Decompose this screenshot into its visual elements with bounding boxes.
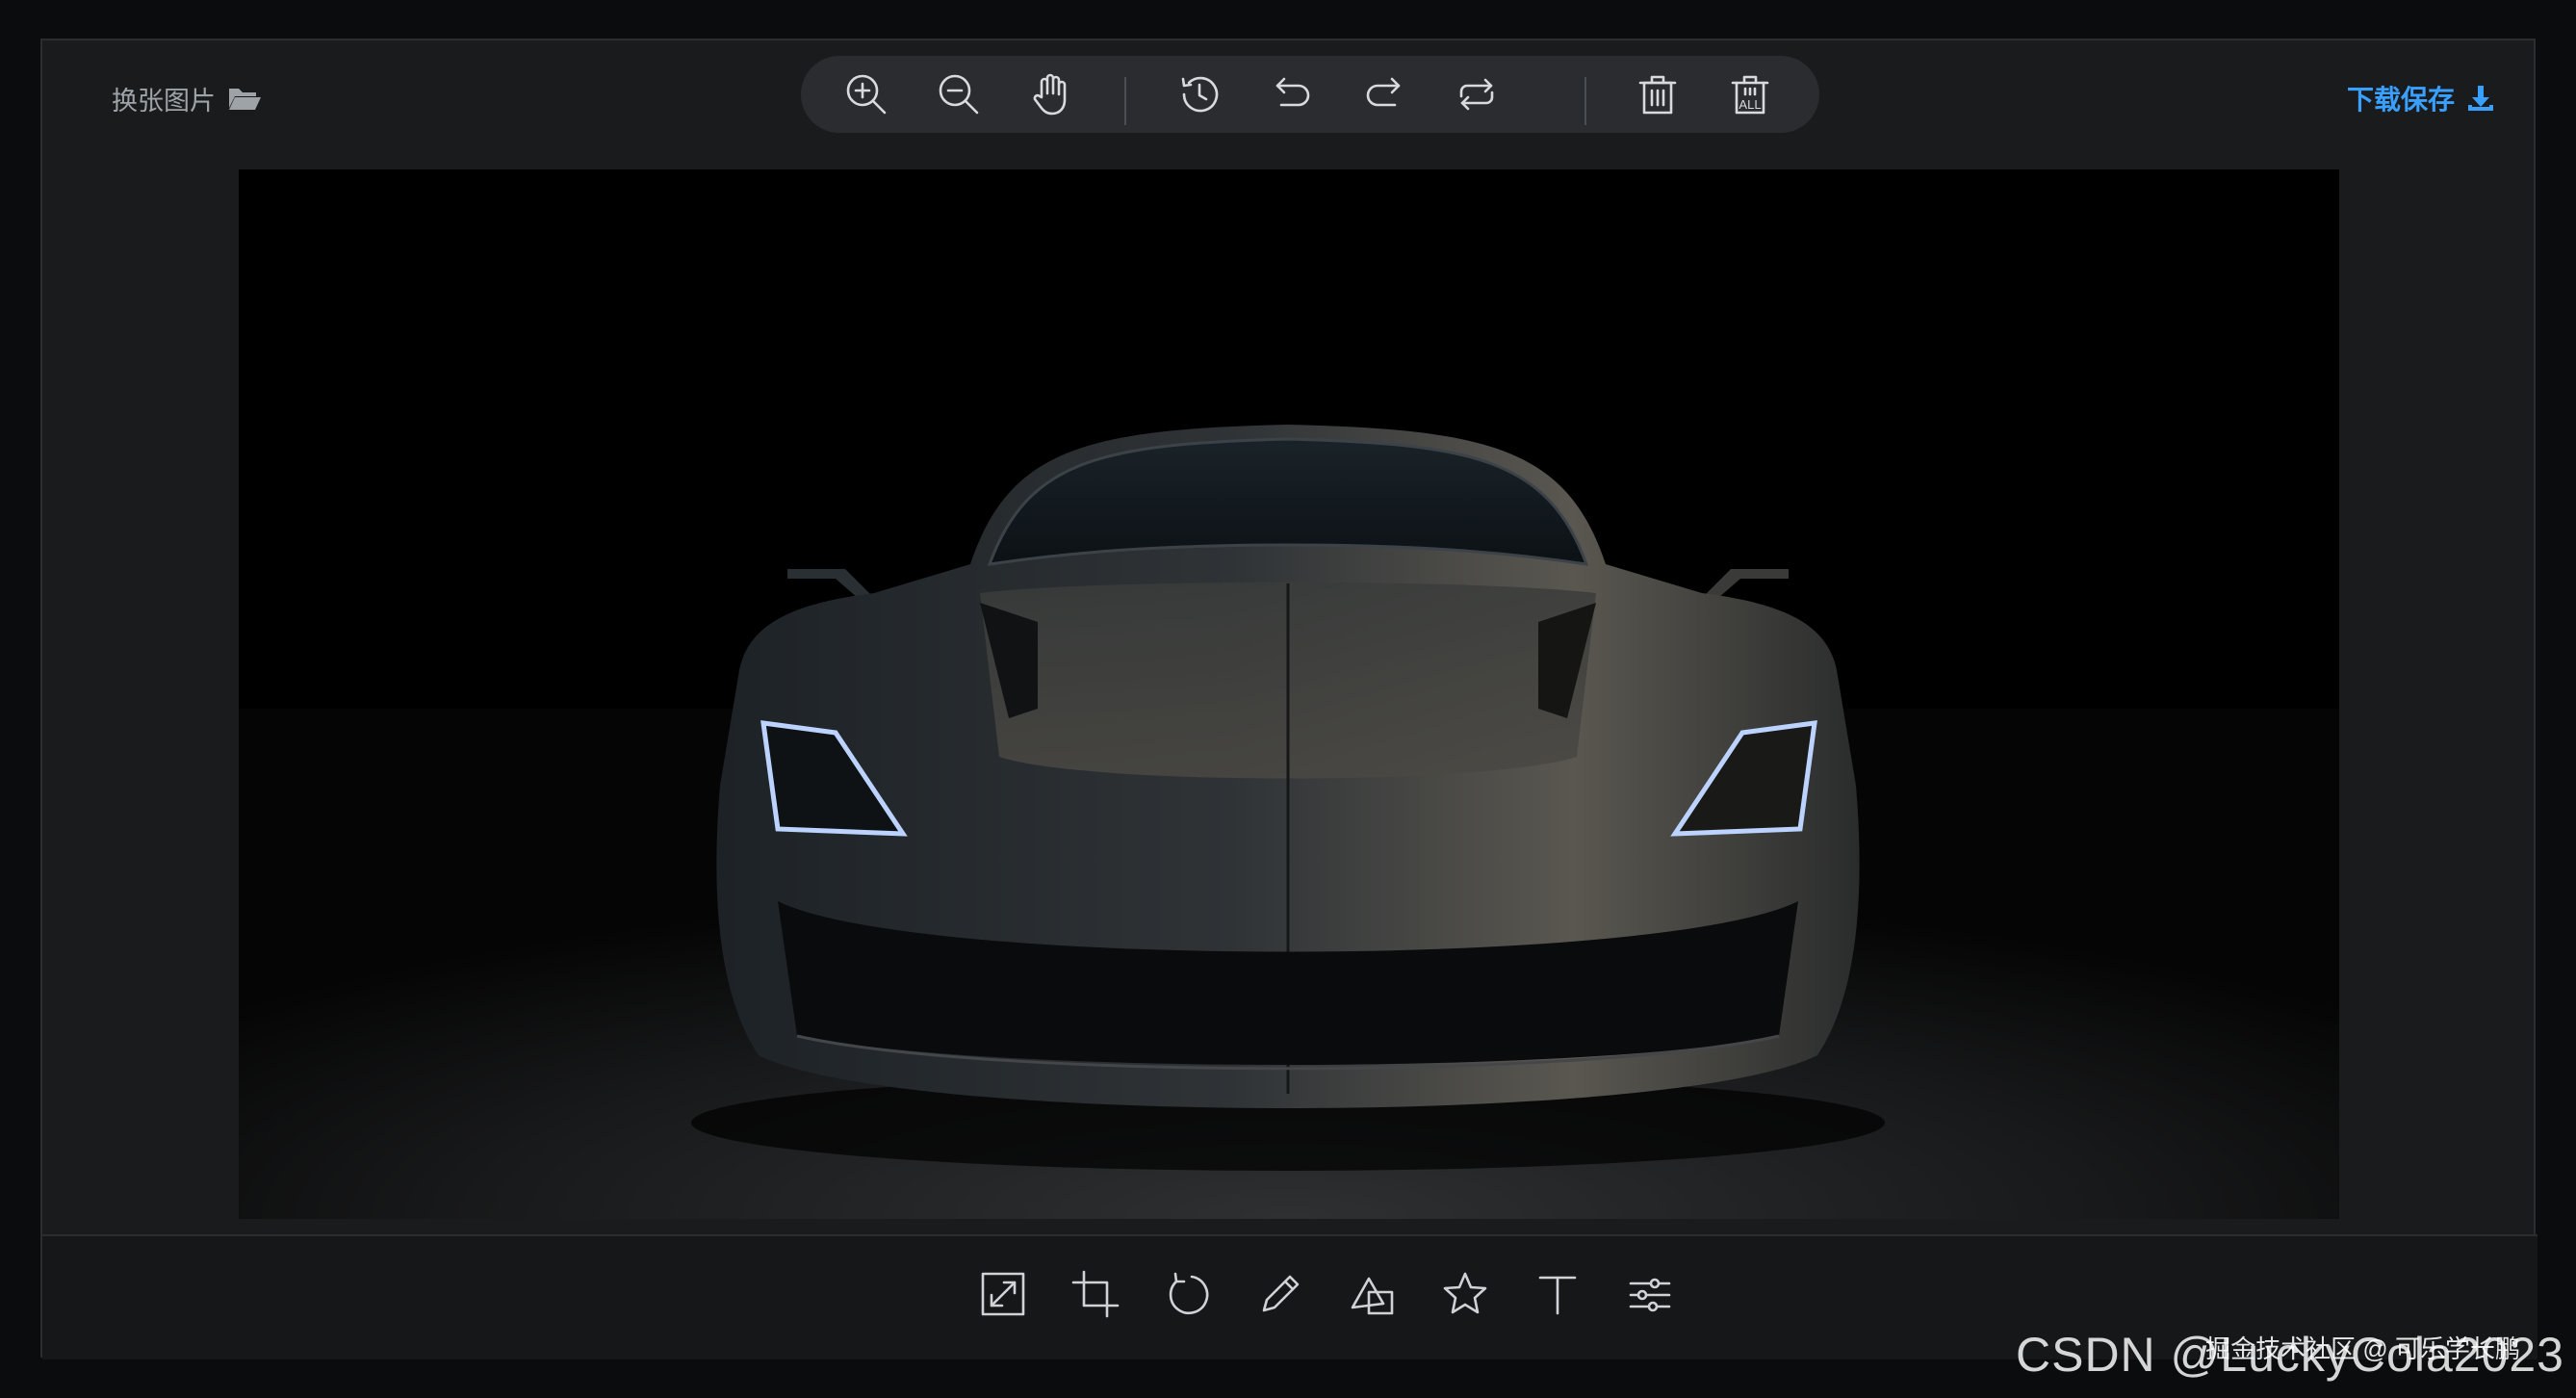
draw-icon: [1262, 1275, 1300, 1312]
rotate-icon: [1169, 1272, 1209, 1315]
reset-icon: [1459, 78, 1494, 111]
pan-button[interactable]: [1022, 65, 1080, 123]
download-save-button[interactable]: 下载保存: [2347, 69, 2495, 127]
top-bar: 换张图片 ALL 下载保存: [42, 40, 2537, 166]
resize-icon: [981, 1272, 1025, 1316]
zoom-in-button[interactable]: [837, 65, 895, 123]
history-button[interactable]: [1171, 65, 1228, 123]
folder-open-icon: [229, 89, 261, 110]
history-icon: [1181, 76, 1219, 113]
adjust-button[interactable]: [1621, 1265, 1679, 1323]
change-image-button[interactable]: 换张图片: [112, 69, 262, 127]
undo-button[interactable]: [1263, 65, 1321, 123]
edit-toolbar: ALL: [801, 56, 1819, 133]
car-photo: [239, 169, 2339, 1219]
resize-button[interactable]: [974, 1265, 1032, 1323]
text-button[interactable]: [1529, 1265, 1586, 1323]
download-icon: [2468, 86, 2493, 111]
shape-icon: [1351, 1277, 1394, 1315]
redo-button[interactable]: [1355, 65, 1413, 123]
change-image-label: 换张图片: [112, 86, 216, 116]
text-icon: [1538, 1276, 1577, 1315]
toolbar-separator: [1584, 77, 1586, 125]
rotate-button[interactable]: [1159, 1265, 1217, 1323]
delete-all-button[interactable]: ALL: [1721, 65, 1779, 123]
hand-pan-icon: [1033, 73, 1067, 116]
reset-button[interactable]: [1448, 65, 1506, 123]
draw-button[interactable]: [1251, 1265, 1309, 1323]
zoom-out-button[interactable]: [930, 65, 988, 123]
crop-button[interactable]: [1067, 1265, 1124, 1323]
adjust-filter-icon: [1629, 1278, 1671, 1312]
delete-icon: [1638, 75, 1677, 115]
delete-all-icon: ALL: [1731, 75, 1769, 115]
star-button[interactable]: [1436, 1265, 1494, 1323]
delete-all-text: ALL: [1739, 97, 1761, 112]
redo-icon: [1366, 77, 1401, 107]
undo-icon: [1275, 77, 1310, 107]
toolbar-separator: [1124, 77, 1126, 125]
crop-icon: [1071, 1270, 1120, 1318]
star-icon: [1443, 1272, 1487, 1314]
delete-button[interactable]: [1629, 65, 1687, 123]
zoom-in-icon: [846, 74, 887, 115]
download-label: 下载保存: [2346, 84, 2455, 116]
image-editor-window: 换张图片 ALL 下载保存: [40, 39, 2537, 1359]
image-canvas[interactable]: [239, 169, 2339, 1219]
juejin-watermark: 掘金技术社区 @ 可乐学长鹏: [2205, 1334, 2520, 1363]
shape-button[interactable]: [1344, 1265, 1402, 1323]
zoom-out-icon: [939, 74, 979, 115]
